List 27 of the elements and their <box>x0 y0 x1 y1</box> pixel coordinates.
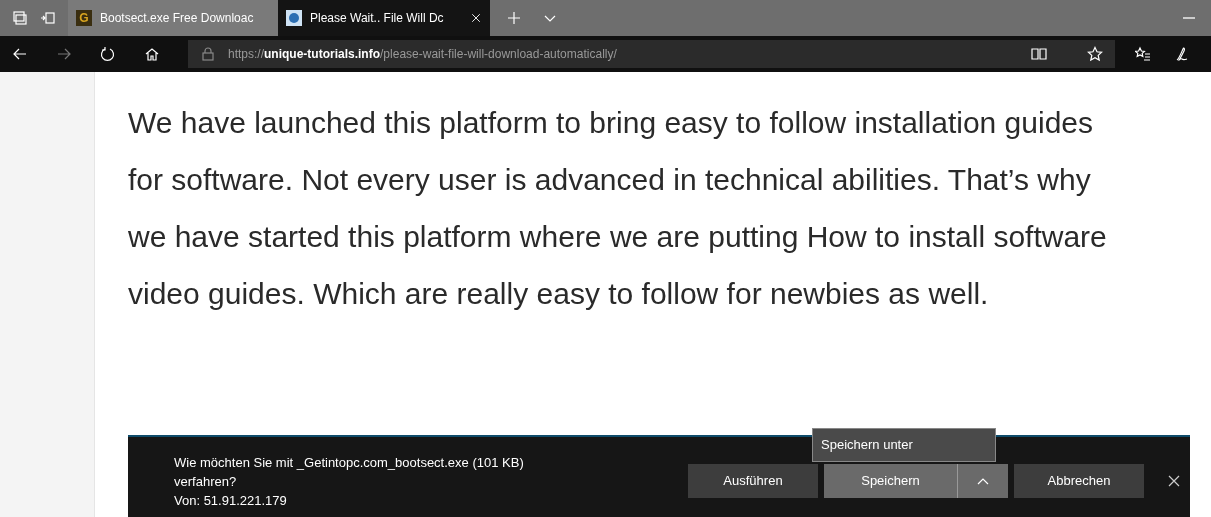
favorite-star-icon[interactable] <box>1087 46 1103 62</box>
run-button[interactable]: Ausführen <box>688 464 818 498</box>
forward-icon[interactable] <box>56 46 72 62</box>
favorites-list-icon[interactable] <box>1135 46 1151 62</box>
tabs-icon[interactable] <box>12 10 28 26</box>
article-paragraph: We have launched this platform to bring easy to follow installation guides for software. Not every user is advanced in technical abilities. That’s why we have started this platform where we are putting How to install software video guides. Which are really easy to follow for newbies as well. <box>128 105 1108 312</box>
back-icon[interactable] <box>12 46 28 62</box>
close-icon[interactable] <box>470 12 482 24</box>
minimize-icon[interactable] <box>1183 16 1195 20</box>
download-message: verfahren? <box>174 473 238 491</box>
refresh-icon[interactable] <box>100 46 116 62</box>
home-icon[interactable] <box>144 46 160 62</box>
url-text: https://unique-tutorials.info/please-wait-file-will-download-automatically/ <box>228 46 617 63</box>
favicon-icon <box>286 10 302 26</box>
reading-view-icon[interactable] <box>1031 46 1047 62</box>
favicon-icon: G <box>76 10 92 26</box>
menu-item[interactable]: Speichern unter <box>821 435 913 455</box>
download-message: Von: 51.91.221.179 <box>174 492 288 510</box>
download-message: Wie möchten Sie mit _Getintopc.com_bootsect.exe (101 KB) <box>174 454 524 472</box>
address-bar[interactable]: https://unique-tutorials.info/please-wait-file-will-download-automatically/ <box>188 40 1115 68</box>
close-icon[interactable] <box>1166 473 1182 489</box>
browser-tab[interactable]: G Bootsect.exe Free Downloac <box>68 0 278 36</box>
browser-tab[interactable]: Please Wait.. File Will Dc <box>278 0 490 36</box>
new-tab-icon[interactable] <box>506 10 522 26</box>
set-aside-tabs-icon[interactable] <box>40 10 56 26</box>
cancel-button[interactable]: Abbrechen <box>1014 464 1144 498</box>
lock-icon[interactable] <box>200 46 216 62</box>
